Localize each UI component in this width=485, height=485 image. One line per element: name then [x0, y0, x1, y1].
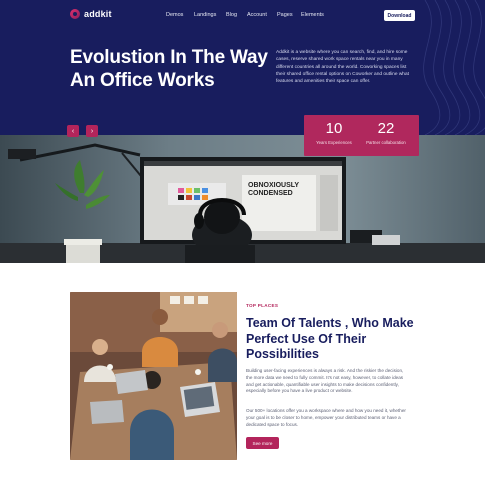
team-title-line-3: Possibilities: [246, 347, 319, 361]
stat-value: 10: [325, 120, 343, 137]
hero-title-line-1: Evolustion In The Way: [70, 47, 268, 68]
team-paragraph-1: Building user-facing experiences is alwa…: [246, 368, 404, 394]
section-eyebrow: TOP PLACES: [246, 303, 279, 308]
hero-description: Addkit is a website where you can search…: [276, 50, 409, 85]
stat-partners: 22 Partner collaboration: [358, 120, 414, 145]
nav-item-account[interactable]: Account: [247, 12, 267, 18]
hero-title: Evolustion In The Way An Office Works: [70, 46, 275, 92]
download-button[interactable]: Download: [384, 10, 415, 21]
brand-name: addkit: [84, 9, 112, 19]
hero-title-line-2: An Office Works: [70, 70, 215, 91]
nav-item-landings[interactable]: Landings: [194, 12, 216, 18]
team-paragraph-2: Our 500+ locations offer you a workspace…: [246, 408, 406, 427]
nav-item-blog[interactable]: Blog: [226, 12, 237, 18]
stat-label: Partner collaboration: [366, 140, 406, 145]
stat-value: 22: [377, 120, 395, 137]
team-photo: [70, 292, 237, 460]
team-title-line-2: Perfect Use Of Their: [246, 331, 367, 346]
stats-card: 10 Years Experiences 22 Partner collabor…: [304, 115, 419, 156]
slider-prev-button[interactable]: ‹: [67, 125, 79, 137]
stat-years: 10 Years Experiences: [306, 120, 362, 145]
monitor-screen-text-2: CONDENSED: [248, 190, 293, 197]
stat-label: Years Experiences: [316, 140, 352, 145]
brand-logo[interactable]: addkit: [70, 9, 112, 19]
nav-item-demos[interactable]: Demos: [166, 12, 183, 18]
chevron-right-icon: ›: [90, 127, 94, 135]
chevron-left-icon: ‹: [71, 127, 75, 135]
logo-icon: [70, 9, 80, 19]
team-title-line-1: Team Of Talents , Who Make: [246, 316, 414, 330]
nav-item-pages[interactable]: Pages: [277, 12, 293, 18]
see-more-button[interactable]: See more: [246, 437, 279, 449]
nav-item-elements[interactable]: Elements: [301, 12, 324, 18]
team-meeting-illustration: [70, 292, 237, 460]
slider-next-button[interactable]: ›: [86, 125, 98, 137]
monitor-screen-text-1: OBNOXIOUSLY: [248, 182, 299, 189]
team-section-title: Team Of Talents , Who Make Perfect Use O…: [246, 316, 421, 363]
